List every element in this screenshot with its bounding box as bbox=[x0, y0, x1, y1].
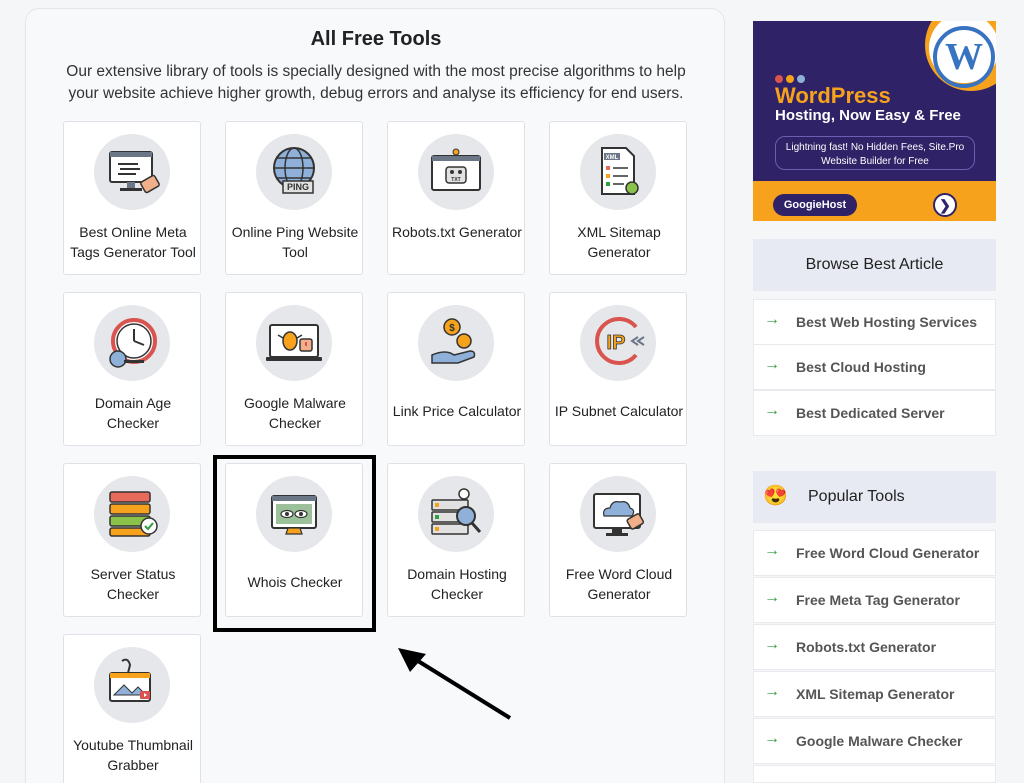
popular-link-meta-tag[interactable]: → Free Meta Tag Generator bbox=[753, 577, 996, 623]
popular-link-partial[interactable]: → bbox=[753, 765, 996, 783]
tool-card-label: Best Online Meta Tags Generator Tool bbox=[70, 224, 196, 260]
wordpress-hosting-ad[interactable]: W WordPress Hosting, Now Easy & Free Lig… bbox=[753, 21, 996, 221]
tool-card-label: Youtube Thumbnail Grabber bbox=[73, 737, 193, 773]
dollar-coins-icon: $ bbox=[418, 305, 494, 381]
ad-tagline: Lightning fast! No Hidden Fees, Site.Pro… bbox=[775, 136, 975, 170]
tool-card-ip-subnet[interactable]: IP IP Subnet Calculator bbox=[549, 292, 687, 446]
chevron-right-icon[interactable]: ❯ bbox=[933, 193, 957, 217]
popular-link-label: Google Malware Checker bbox=[796, 733, 963, 749]
meta-tags-icon bbox=[94, 134, 170, 210]
page-title: All Free Tools bbox=[310, 28, 442, 50]
robot-icon: TXT bbox=[418, 134, 494, 210]
tool-card-domain-age[interactable]: Domain Age Checker bbox=[63, 292, 201, 446]
browse-articles-heading: Browse Best Article bbox=[753, 239, 996, 291]
ip-badge: IP bbox=[607, 332, 626, 354]
pointer-arrow-icon bbox=[398, 648, 512, 720]
arrow-right-icon: → bbox=[764, 777, 780, 783]
tool-card-xml-sitemap[interactable]: XML XML Sitemap Generator bbox=[549, 121, 687, 275]
wordpress-logo-icon: W bbox=[933, 26, 995, 88]
xml-badge: XML bbox=[606, 155, 619, 161]
dollar-badge: $ bbox=[449, 323, 455, 334]
popular-link-label: Free Word Cloud Generator bbox=[796, 545, 980, 561]
popular-link-xml-sitemap[interactable]: → XML Sitemap Generator bbox=[753, 671, 996, 717]
article-link-web-hosting[interactable]: → Best Web Hosting Services bbox=[753, 299, 996, 345]
tool-card-ping[interactable]: PING Online Ping Website Tool bbox=[225, 121, 363, 275]
xml-document-icon: XML bbox=[580, 134, 656, 210]
ad-title: WordPress bbox=[775, 83, 891, 108]
thumbnail-icon bbox=[94, 647, 170, 723]
malware-bug-icon bbox=[256, 305, 332, 381]
tool-card-label: Online Ping Website Tool bbox=[231, 224, 359, 260]
tool-card-link-price[interactable]: $ Link Price Calculator bbox=[387, 292, 525, 446]
popular-link-robots[interactable]: → Robots.txt Generator bbox=[753, 624, 996, 670]
popular-link-label: Robots.txt Generator bbox=[796, 639, 937, 655]
tool-card-robots[interactable]: TXT Robots.txt Generator bbox=[387, 121, 525, 275]
clock-icon bbox=[94, 305, 170, 381]
popular-tools-title: Popular Tools bbox=[808, 488, 905, 505]
arrow-right-icon: → bbox=[764, 356, 780, 373]
popular-link-label: Free Meta Tag Generator bbox=[796, 592, 960, 608]
tool-card-label: Domain Age Checker bbox=[94, 395, 172, 431]
article-link-dedicated-server[interactable]: → Best Dedicated Server bbox=[753, 390, 996, 436]
tool-card-meta-tags[interactable]: Best Online Meta Tags Generator Tool bbox=[63, 121, 201, 275]
tool-card-label: Server Status Checker bbox=[90, 566, 176, 602]
word-cloud-monitor-icon bbox=[580, 476, 656, 552]
heart-eyes-emoji-icon: 😍 bbox=[763, 485, 788, 507]
popular-link-malware[interactable]: → Google Malware Checker bbox=[753, 718, 996, 764]
tool-card-label: Free Word Cloud Generator bbox=[565, 566, 673, 602]
ad-subtitle: Hosting, Now Easy & Free bbox=[775, 107, 961, 124]
article-link-label: Best Cloud Hosting bbox=[796, 359, 926, 375]
tool-card-word-cloud[interactable]: Free Word Cloud Generator bbox=[549, 463, 687, 617]
page-description: Our extensive library of tools is specia… bbox=[66, 63, 686, 102]
tool-card-domain-hosting[interactable]: Domain Hosting Checker bbox=[387, 463, 525, 617]
arrow-right-icon: → bbox=[764, 730, 780, 747]
robots-badge: TXT bbox=[451, 177, 460, 183]
tool-card-label: Robots.txt Generator bbox=[392, 224, 522, 240]
tool-card-label: IP Subnet Calculator bbox=[554, 403, 684, 419]
arrow-right-icon: → bbox=[764, 589, 780, 606]
article-link-label: Best Dedicated Server bbox=[796, 405, 945, 421]
arrow-right-icon: → bbox=[764, 311, 780, 328]
arrow-right-icon: → bbox=[764, 636, 780, 653]
tool-card-label: Google Malware Checker bbox=[244, 395, 346, 431]
arrow-right-icon: → bbox=[764, 402, 780, 419]
googiehost-brand[interactable]: GoogieHost bbox=[773, 194, 857, 216]
article-link-label: Best Web Hosting Services bbox=[796, 314, 978, 330]
tool-card-malware[interactable]: Google Malware Checker bbox=[225, 292, 363, 446]
hosting-search-icon bbox=[418, 476, 494, 552]
tool-card-server-status[interactable]: Server Status Checker bbox=[63, 463, 201, 617]
ping-badge: PING bbox=[287, 182, 309, 192]
tool-card-label: Link Price Calculator bbox=[392, 403, 522, 419]
tool-card-label: XML Sitemap Generator bbox=[577, 224, 661, 260]
arrow-right-icon: → bbox=[764, 683, 780, 700]
popular-link-label: XML Sitemap Generator bbox=[796, 686, 955, 702]
popular-link-word-cloud[interactable]: → Free Word Cloud Generator bbox=[753, 530, 996, 576]
highlight-box bbox=[213, 455, 376, 632]
server-icon bbox=[94, 476, 170, 552]
tool-card-label: Domain Hosting Checker bbox=[407, 566, 507, 602]
arrow-right-icon: → bbox=[764, 542, 780, 559]
popular-tools-heading: 😍 Popular Tools bbox=[753, 471, 996, 523]
ping-globe-icon: PING bbox=[256, 134, 332, 210]
article-link-cloud-hosting[interactable]: → Best Cloud Hosting bbox=[753, 344, 996, 390]
tool-card-youtube-thumbnail[interactable]: Youtube Thumbnail Grabber bbox=[63, 634, 201, 783]
ip-icon: IP bbox=[580, 305, 656, 381]
